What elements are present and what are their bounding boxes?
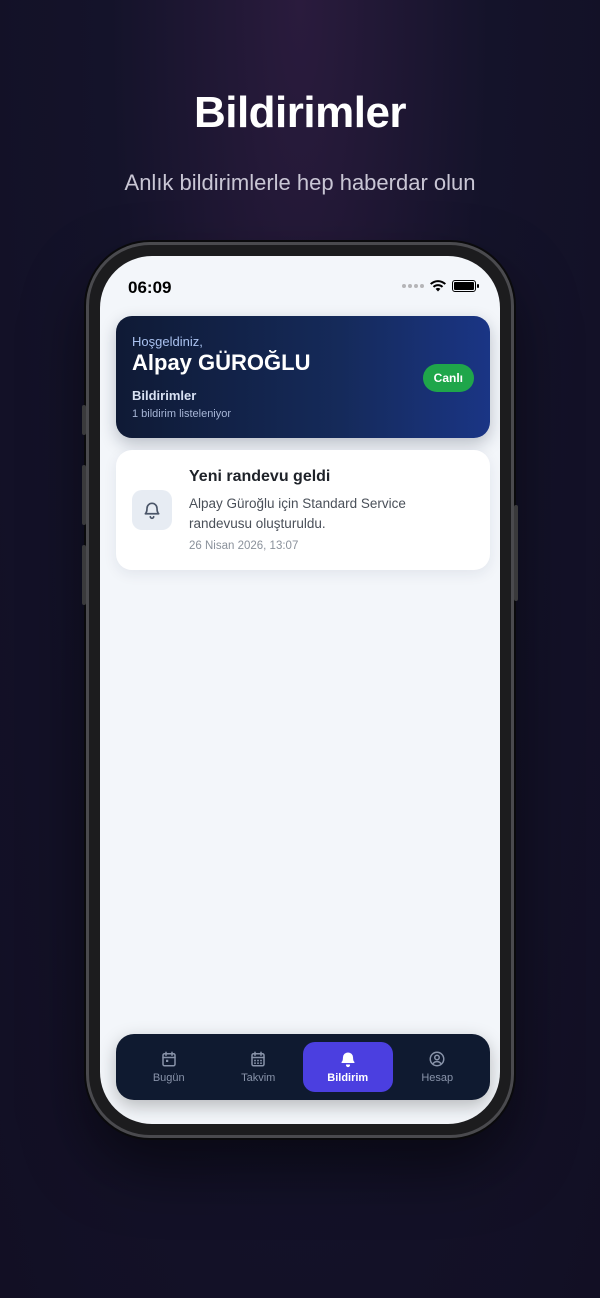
live-status-badge: Canlı (422, 364, 474, 392)
bell-icon (341, 1052, 355, 1067)
wifi-icon (430, 280, 446, 292)
tab-label: Bugün (152, 1072, 185, 1084)
notification-icon-box (132, 490, 172, 530)
app-screen: 06:09 Hoşgeldiniz, Alpay GÜROĞLU Bildiri… (100, 256, 500, 1124)
user-name: Alpay GÜROĞLU (132, 350, 311, 375)
notification-card[interactable]: Yeni randevu geldi Alpay Güroğlu için St… (116, 450, 490, 570)
cellular-signal-icon (402, 284, 424, 288)
power-button (514, 505, 518, 601)
notification-count: 1 bildirim listeleniyor (132, 408, 232, 420)
calendar-grid-icon (251, 1051, 265, 1067)
bell-icon (144, 502, 160, 520)
phone-frame: 06:09 Hoşgeldiniz, Alpay GÜROĞLU Bildiri… (82, 242, 518, 1138)
mute-switch (82, 405, 86, 435)
tab-label: Takvim (241, 1072, 276, 1084)
tab-label: Bildirim (327, 1072, 369, 1084)
user-circle-icon (429, 1051, 445, 1067)
notification-time: 26 Nisan 2026, 13:07 (189, 540, 299, 552)
volume-up-button (82, 465, 86, 525)
promo-subtitle: Anlık bildirimlerle hep haberdar olun (124, 170, 476, 195)
calendar-day-icon (162, 1051, 176, 1067)
tab-bugun[interactable]: Bugün (124, 1042, 214, 1092)
tab-label: Hesap (421, 1072, 454, 1084)
battery-icon (452, 280, 479, 292)
notification-title: Yeni randevu geldi (189, 468, 331, 485)
status-bar: 06:09 (128, 276, 479, 300)
status-time: 06:09 (128, 278, 172, 297)
bottom-tab-bar: Bugün Takvim Bildirim Hesap (116, 1034, 490, 1100)
tab-hesap[interactable]: Hesap (393, 1042, 483, 1092)
status-icons (402, 280, 479, 292)
promo-title: Bildirimler (193, 88, 407, 137)
notification-body: Alpay Güroğlu için Standard Service rand… (189, 496, 406, 531)
tab-bildirim[interactable]: Bildirim (303, 1042, 393, 1092)
section-title: Bildirimler (132, 388, 197, 403)
tab-takvim[interactable]: Takvim (214, 1042, 304, 1092)
volume-down-button (82, 545, 86, 605)
greeting-text: Hoşgeldiniz, (132, 334, 203, 349)
welcome-card: Hoşgeldiniz, Alpay GÜROĞLU Bildirimler 1… (116, 316, 490, 438)
